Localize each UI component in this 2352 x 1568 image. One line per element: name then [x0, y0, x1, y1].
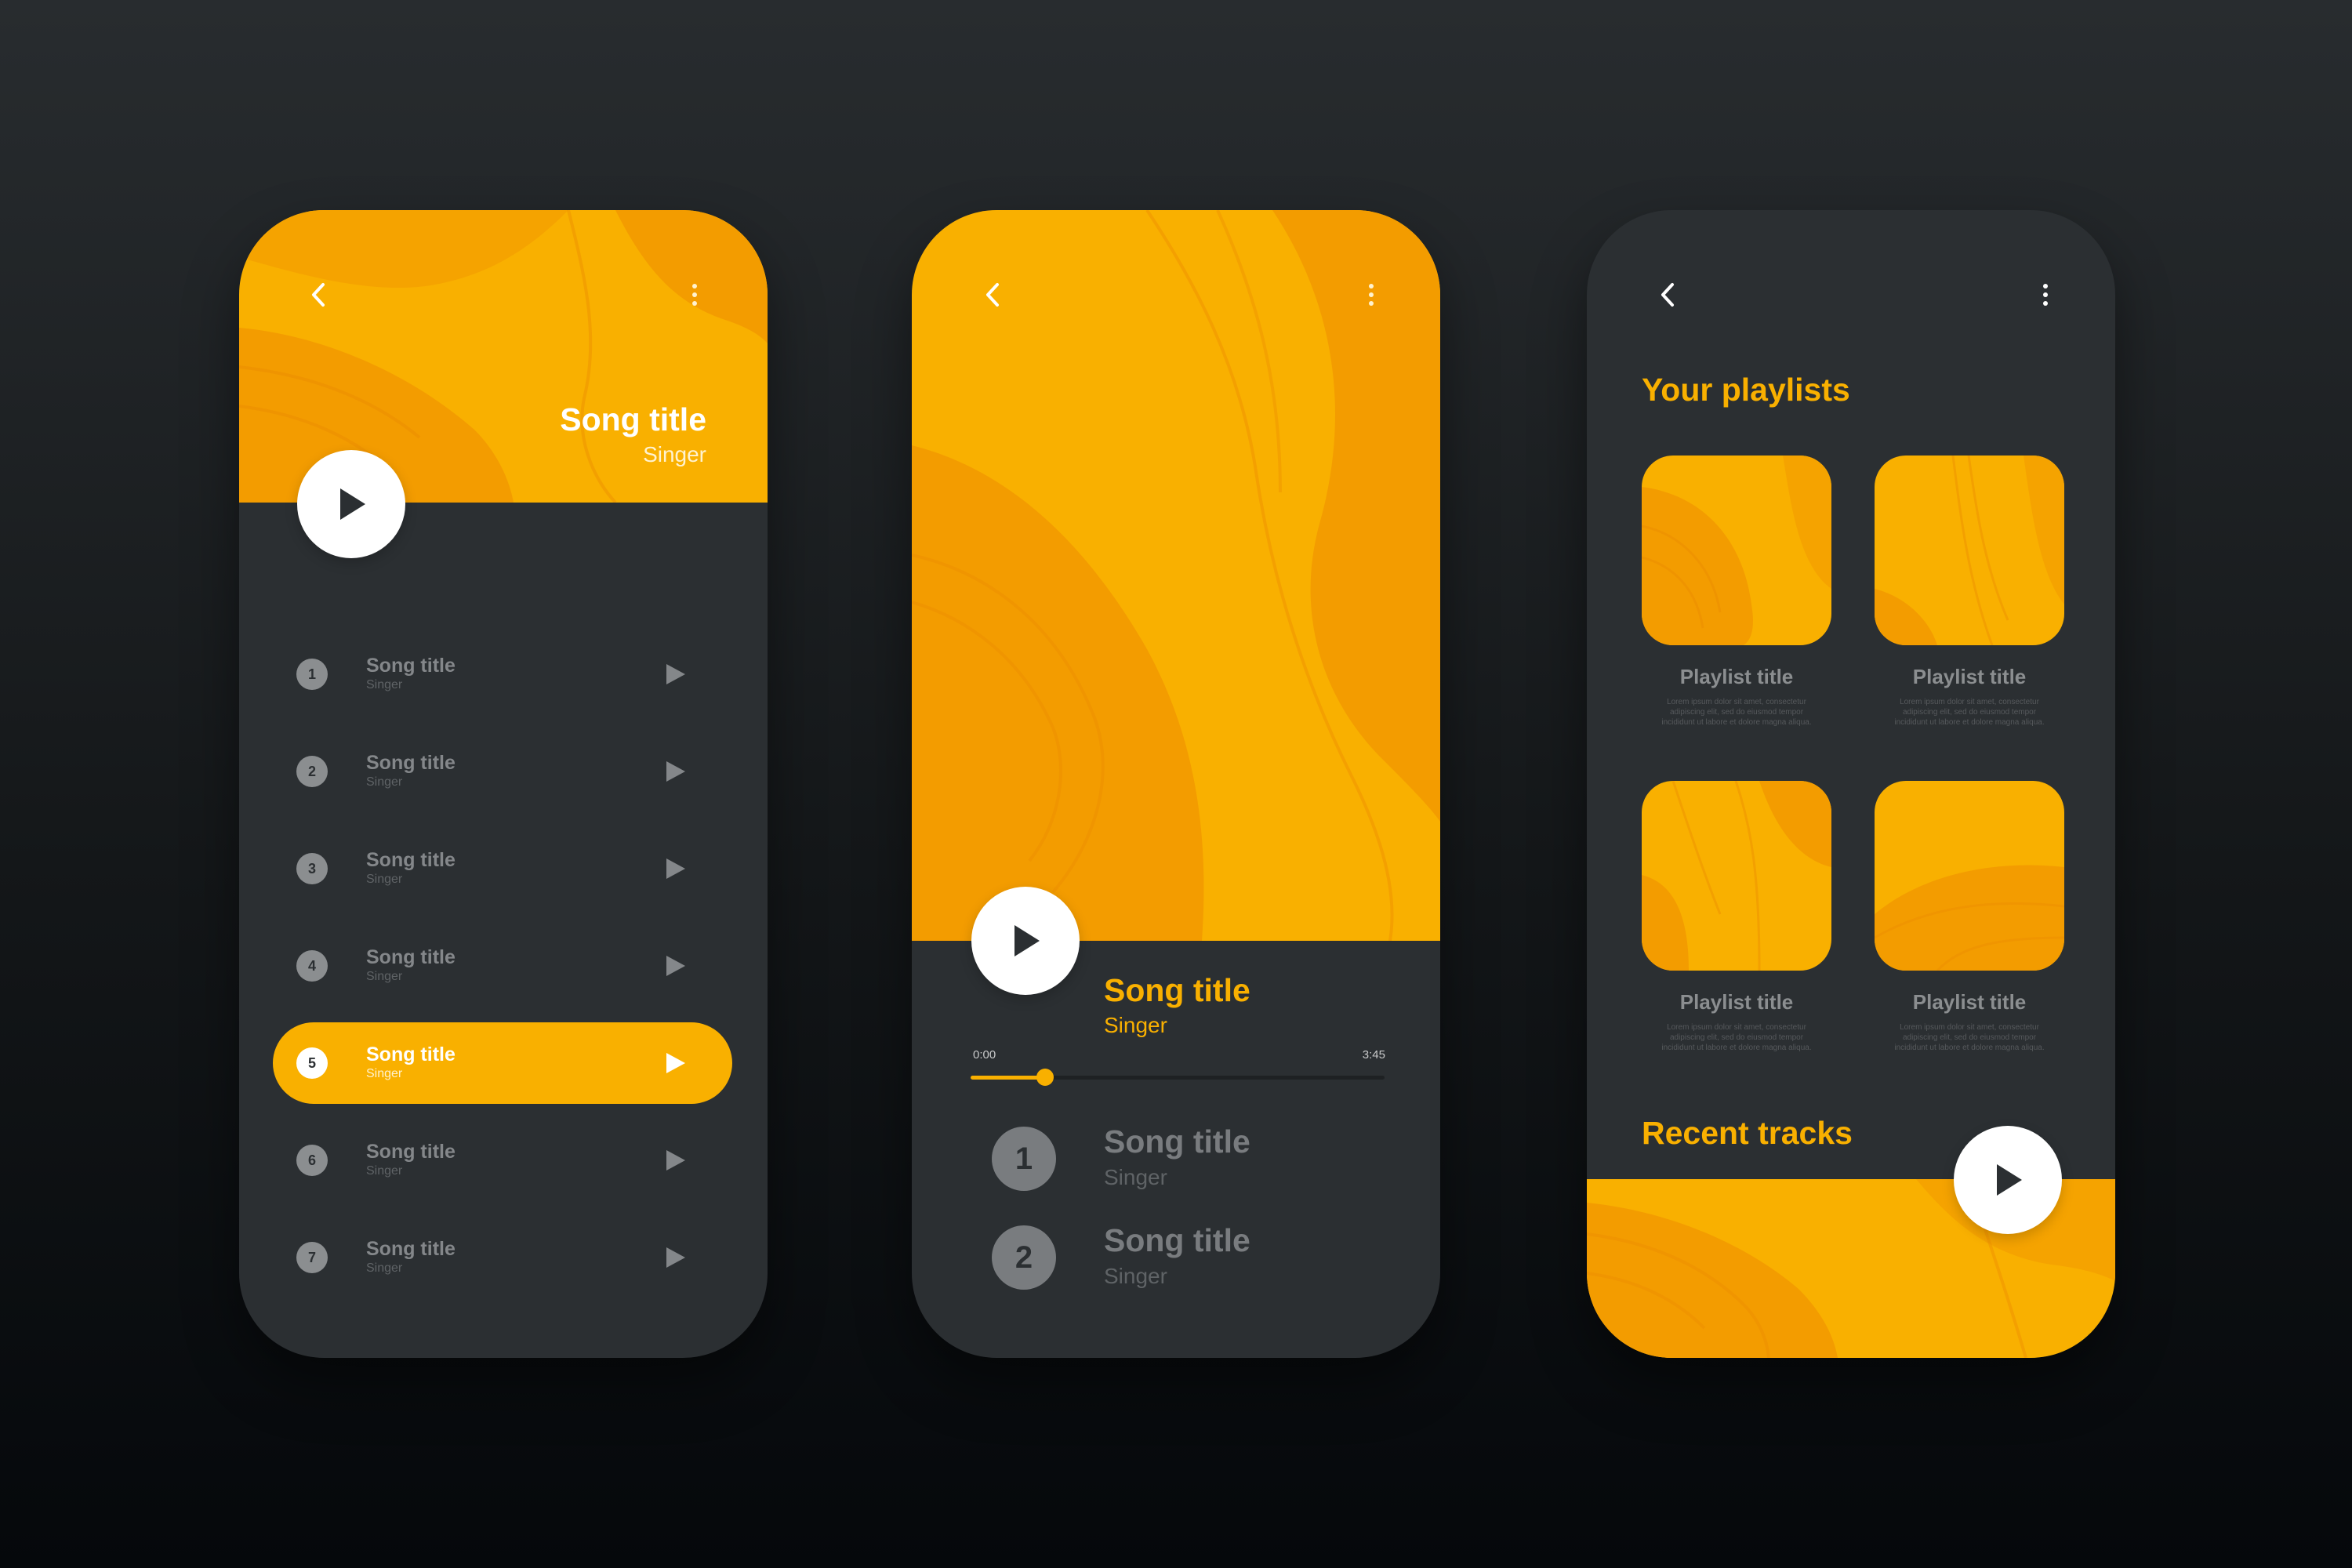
track-singer: Singer: [366, 775, 403, 789]
track-singer: Singer: [366, 1067, 403, 1080]
queue-number: 2: [992, 1225, 1056, 1290]
play-icon: [666, 858, 685, 879]
playlist-cover: [1875, 781, 2064, 971]
track-number: 1: [296, 659, 328, 690]
track-row[interactable]: 5 Song title Singer: [239, 1022, 768, 1104]
track-play-button[interactable]: [664, 1052, 686, 1074]
track-number: 5: [296, 1047, 328, 1079]
playlist-card[interactable]: Playlist title Lorem ipsum dolor sit amet…: [1875, 456, 2064, 728]
playlist-title: Playlist title: [1912, 990, 2027, 1014]
track-singer: Singer: [366, 873, 403, 886]
track-singer: Singer: [366, 678, 403, 691]
track-title: Song title: [366, 1044, 456, 1065]
now-playing-singer: Singer: [643, 442, 706, 466]
play-icon: [666, 761, 685, 782]
track-play-button[interactable]: [664, 1247, 686, 1269]
progress-bar[interactable]: [971, 1069, 1385, 1086]
track-title: Song title: [366, 752, 456, 774]
track-number: 3: [296, 853, 328, 884]
play-icon: [666, 956, 685, 976]
phone-library: Your playlists Playlist title Lorem ipsum…: [1587, 210, 2115, 1358]
track-number: 7: [296, 1242, 328, 1273]
phone-track-list: Song title Singer 1 Song title Singer 2 Song…: [239, 210, 768, 1358]
back-button[interactable]: [969, 271, 1016, 318]
progress-knob[interactable]: [1036, 1069, 1054, 1086]
queue-item[interactable]: 2 Song title Singer: [912, 1214, 1440, 1301]
play-icon: [666, 1247, 685, 1268]
chevron-left-icon: [986, 283, 999, 307]
play-button[interactable]: [1954, 1126, 2062, 1234]
playlist-title: Playlist title: [1679, 665, 1794, 688]
playlist-cover: [1642, 456, 1831, 645]
track-number: 4: [296, 950, 328, 982]
more-vertical-icon: [692, 284, 697, 306]
track-row[interactable]: 4 Song title Singer: [239, 925, 768, 1007]
back-button[interactable]: [295, 271, 342, 318]
time-total: 3:45: [1362, 1048, 1385, 1062]
queue-singer: Singer: [1104, 1264, 1167, 1288]
back-button[interactable]: [1644, 271, 1691, 318]
more-vertical-icon: [1369, 284, 1374, 306]
recent-tracks-heading: Recent tracks: [1642, 1115, 1853, 1151]
playlist-card[interactable]: Playlist title Lorem ipsum dolor sit amet…: [1642, 781, 1831, 1053]
play-icon: [666, 1053, 685, 1073]
more-options-button[interactable]: [2022, 271, 2069, 318]
track-title: Song title: [366, 849, 456, 871]
progress-fill: [971, 1076, 1046, 1080]
track-singer: Singer: [366, 970, 403, 983]
track-play-button[interactable]: [664, 955, 686, 977]
track-play-button[interactable]: [664, 858, 686, 880]
track-title: Song title: [366, 1141, 456, 1163]
play-icon: [1997, 1164, 2022, 1196]
track-number: 6: [296, 1145, 328, 1176]
track-number: 2: [296, 756, 328, 787]
playlist-title: Playlist title: [1679, 990, 1794, 1014]
track-singer: Singer: [366, 1261, 403, 1275]
track-row[interactable]: 6 Song title Singer: [239, 1120, 768, 1201]
playlist-card[interactable]: Playlist title Lorem ipsum dolor sit amet…: [1875, 781, 2064, 1053]
more-vertical-icon: [2043, 284, 2048, 306]
playlist-description: Lorem ipsum dolor sit amet, consectetur …: [1894, 1023, 2045, 1052]
track-play-button[interactable]: [664, 663, 686, 685]
now-playing-singer: Singer: [1104, 1013, 1167, 1037]
play-icon: [340, 488, 365, 520]
play-button[interactable]: [297, 450, 405, 558]
playlist-description: Lorem ipsum dolor sit amet, consectetur …: [1661, 1023, 1812, 1052]
play-icon: [666, 664, 685, 684]
play-icon: [1014, 925, 1040, 956]
play-button[interactable]: [971, 887, 1080, 995]
track-row[interactable]: 1 Song title Singer: [239, 633, 768, 715]
chevron-left-icon: [312, 283, 325, 307]
phone-now-playing: Song title Singer 0:00 3:45 1 Song title S…: [912, 210, 1440, 1358]
playlist-card[interactable]: Playlist title Lorem ipsum dolor sit amet…: [1642, 456, 1831, 728]
queue-title: Song title: [1104, 1222, 1250, 1258]
play-icon: [666, 1150, 685, 1171]
queue-item[interactable]: 1 Song title Singer: [912, 1116, 1440, 1202]
chevron-left-icon: [1661, 283, 1674, 307]
playlists-heading: Your playlists: [1642, 372, 1850, 408]
track-play-button[interactable]: [664, 1149, 686, 1171]
time-elapsed: 0:00: [973, 1048, 996, 1062]
track-title: Song title: [366, 946, 456, 968]
track-play-button[interactable]: [664, 760, 686, 782]
more-options-button[interactable]: [671, 271, 718, 318]
playlist-cover: [1875, 456, 2064, 645]
track-title: Song title: [366, 655, 456, 677]
playlist-title: Playlist title: [1912, 665, 2027, 688]
playlist-cover: [1642, 781, 1831, 971]
track-row[interactable]: 7 Song title Singer: [239, 1217, 768, 1298]
track-row[interactable]: 2 Song title Singer: [239, 731, 768, 812]
album-artwork: [912, 210, 1440, 941]
playlist-description: Lorem ipsum dolor sit amet, consectetur …: [1661, 698, 1812, 727]
track-title: Song title: [366, 1238, 456, 1260]
now-playing-title: Song title: [1104, 972, 1250, 1008]
track-row[interactable]: 3 Song title Singer: [239, 828, 768, 909]
queue-singer: Singer: [1104, 1165, 1167, 1189]
queue-number: 1: [992, 1127, 1056, 1191]
queue-title: Song title: [1104, 1123, 1250, 1160]
now-playing-title: Song title: [560, 401, 706, 437]
playlist-description: Lorem ipsum dolor sit amet, consectetur …: [1894, 698, 2045, 727]
more-options-button[interactable]: [1348, 271, 1395, 318]
track-singer: Singer: [366, 1164, 403, 1178]
